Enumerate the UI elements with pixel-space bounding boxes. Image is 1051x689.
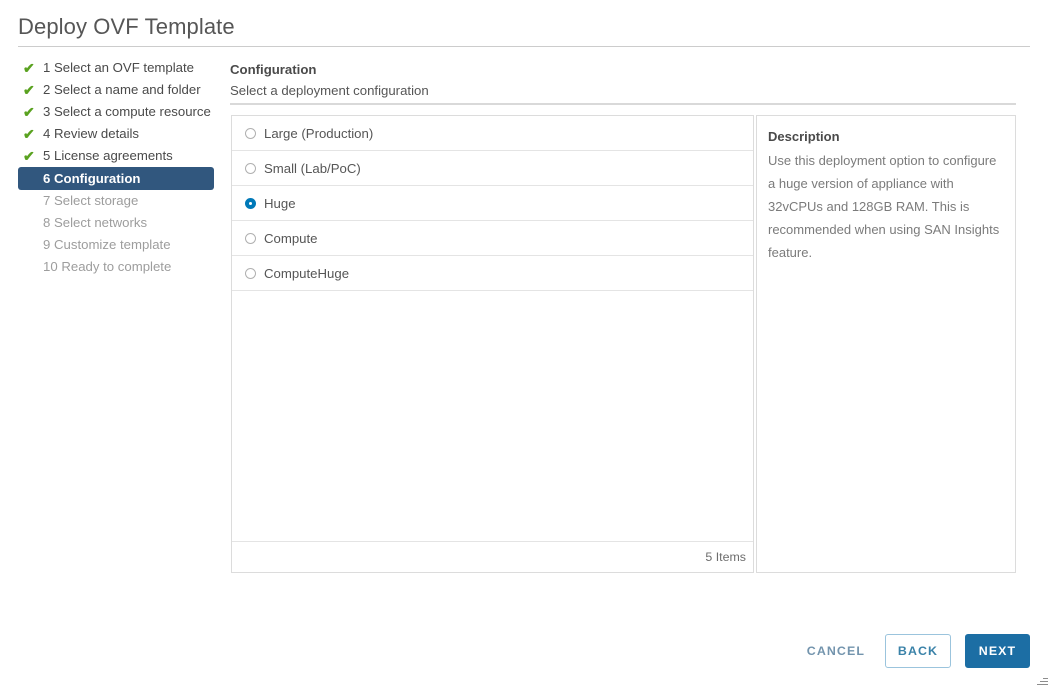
page-title: Deploy OVF Template bbox=[18, 14, 235, 39]
wizard-step-8: 8 Select networks bbox=[18, 212, 218, 234]
wizard-step-label: 5 License agreements bbox=[43, 148, 173, 163]
content-subtitle: Select a deployment configuration bbox=[230, 83, 429, 98]
configuration-options: Large (Production) Small (Lab/PoC) Huge Com… bbox=[232, 116, 753, 291]
wizard-step-2[interactable]: ✔ 2 Select a name and folder bbox=[18, 79, 218, 101]
check-icon: ✔ bbox=[23, 148, 35, 164]
configuration-option-label: Compute bbox=[264, 230, 318, 246]
wizard-step-label: 8 Select networks bbox=[43, 215, 148, 230]
wizard-step-7: 7 Select storage bbox=[18, 190, 218, 212]
title-divider bbox=[18, 46, 1030, 47]
footer-actions: CANCEL BACK NEXT bbox=[801, 634, 1030, 668]
configuration-option-label: Small (Lab/PoC) bbox=[264, 160, 361, 176]
wizard-step-6[interactable]: 6 Configuration bbox=[18, 167, 214, 190]
resize-grip-icon[interactable] bbox=[1036, 674, 1048, 686]
description-title: Description bbox=[768, 129, 840, 144]
content-divider bbox=[230, 103, 1016, 105]
wizard-step-label: 6 Configuration bbox=[43, 171, 141, 186]
wizard-step-1[interactable]: ✔ 1 Select an OVF template bbox=[18, 57, 218, 79]
wizard-step-4[interactable]: ✔ 4 Review details bbox=[18, 123, 218, 145]
radio-unselected-icon[interactable] bbox=[245, 267, 256, 279]
item-count-label: 5 Items bbox=[705, 550, 746, 564]
configuration-option-row[interactable]: Small (Lab/PoC) bbox=[232, 151, 753, 186]
radio-selected-icon[interactable] bbox=[245, 197, 256, 209]
cancel-button[interactable]: CANCEL bbox=[801, 638, 871, 664]
content-header: Configuration Select a deployment config… bbox=[230, 60, 429, 100]
check-icon: ✔ bbox=[23, 126, 35, 142]
description-panel: Description Use this deployment option t… bbox=[756, 115, 1016, 573]
wizard-step-10: 10 Ready to complete bbox=[18, 256, 218, 278]
configuration-option-label: Large (Production) bbox=[264, 125, 374, 141]
radio-unselected-icon[interactable] bbox=[245, 162, 256, 174]
back-button[interactable]: BACK bbox=[885, 634, 951, 668]
configuration-list-footer: 5 Items bbox=[232, 541, 753, 572]
wizard-step-label: 7 Select storage bbox=[43, 193, 139, 208]
wizard-step-list: ✔ 1 Select an OVF template ✔ 2 Select a nam… bbox=[18, 57, 218, 278]
description-text: Use this deployment option to configure … bbox=[768, 153, 1000, 260]
check-icon: ✔ bbox=[23, 82, 35, 98]
configuration-option-row[interactable]: Large (Production) bbox=[232, 116, 753, 151]
configuration-option-label: ComputeHuge bbox=[264, 265, 350, 281]
next-button[interactable]: NEXT bbox=[965, 634, 1030, 668]
radio-unselected-icon[interactable] bbox=[245, 232, 256, 244]
configuration-option-row[interactable]: Huge bbox=[232, 186, 753, 221]
configuration-list-empty-area bbox=[232, 291, 753, 541]
check-icon: ✔ bbox=[23, 104, 35, 120]
radio-unselected-icon[interactable] bbox=[245, 127, 256, 139]
configuration-option-row[interactable]: Compute bbox=[232, 221, 753, 256]
check-icon: ✔ bbox=[23, 60, 35, 76]
content-title: Configuration bbox=[230, 62, 317, 77]
configuration-option-row[interactable]: ComputeHuge bbox=[232, 256, 753, 291]
configuration-option-label: Huge bbox=[264, 195, 296, 211]
wizard-step-9: 9 Customize template bbox=[18, 234, 218, 256]
configuration-list-panel: Large (Production) Small (Lab/PoC) Huge Com… bbox=[231, 115, 754, 573]
wizard-step-label: 3 Select a compute resource bbox=[43, 104, 211, 119]
wizard-step-label: 10 Ready to complete bbox=[43, 259, 172, 274]
wizard-step-label: 4 Review details bbox=[43, 126, 140, 141]
wizard-step-5[interactable]: ✔ 5 License agreements bbox=[18, 145, 218, 167]
wizard-step-label: 2 Select a name and folder bbox=[43, 82, 201, 97]
wizard-step-label: 9 Customize template bbox=[43, 237, 171, 252]
wizard-step-3[interactable]: ✔ 3 Select a compute resource bbox=[18, 101, 218, 123]
wizard-step-label: 1 Select an OVF template bbox=[43, 60, 194, 75]
